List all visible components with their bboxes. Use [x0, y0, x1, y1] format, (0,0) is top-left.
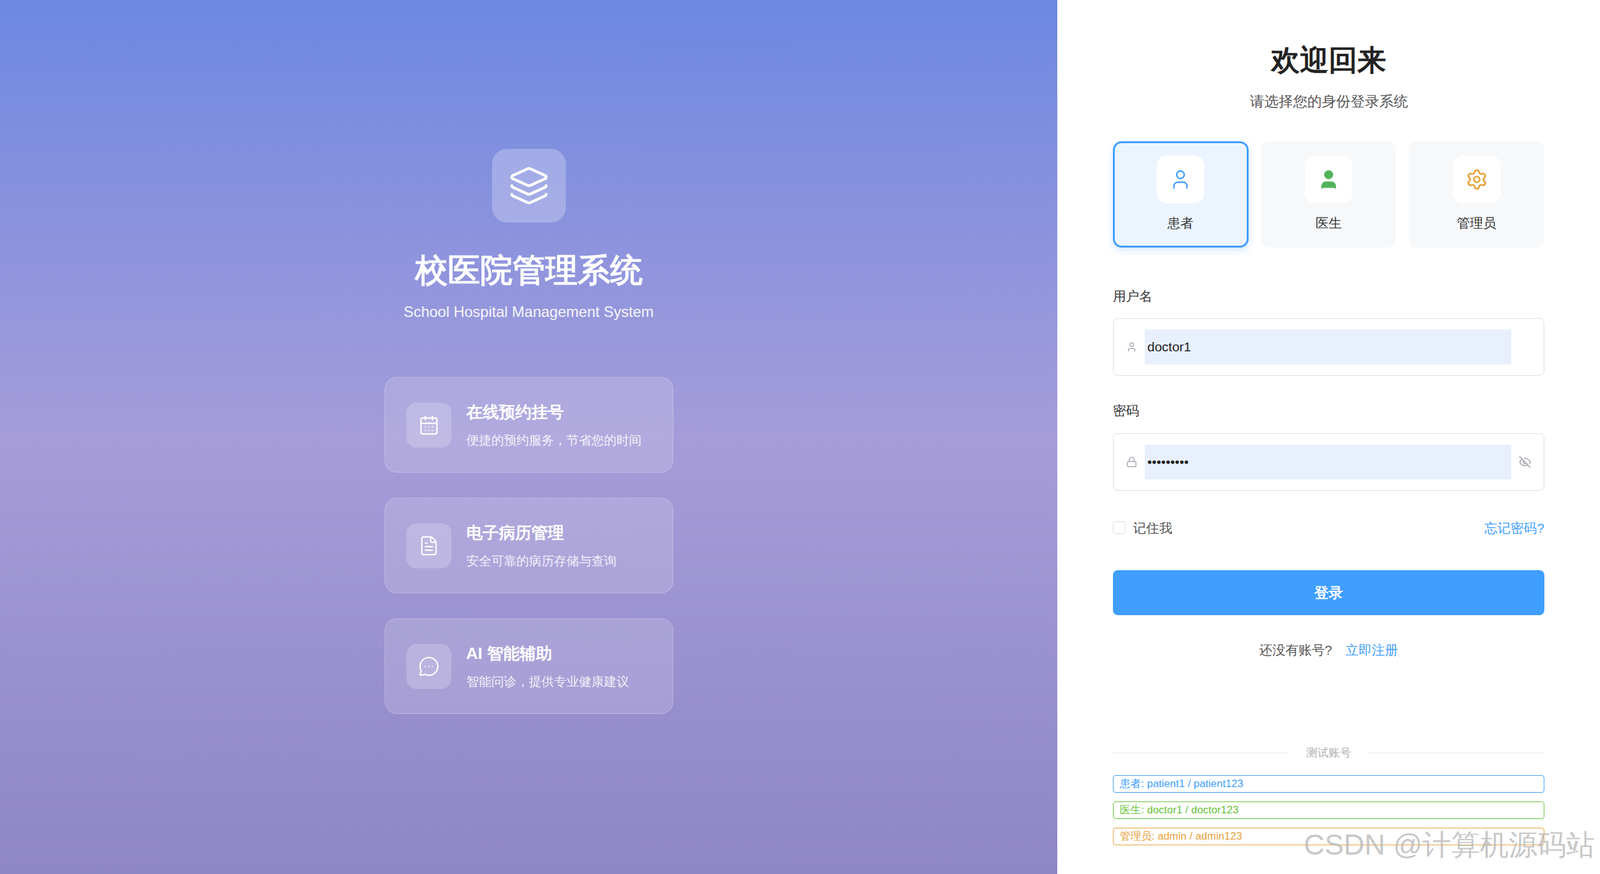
test-account: 患者: patient1 / patient123 — [1112, 775, 1545, 793]
test-account: 管理员: admin / admin123 — [1112, 827, 1545, 846]
feature-card: AI 智能辅助智能问诊，提供专业健康建议 — [384, 618, 674, 715]
feature-desc: 智能问诊，提供专业健康建议 — [466, 672, 629, 691]
feature-title: 电子病历管理 — [466, 520, 617, 546]
feature-card: 在线预约挂号便捷的预约服务，节省您的时间 — [384, 377, 674, 473]
register-prompt: 还没有账号? — [1259, 640, 1333, 661]
feature-list: 在线预约挂号便捷的预约服务，节省您的时间电子病历管理安全可靠的病历存储与查询 AI… — [384, 377, 674, 715]
field-label: 密码 — [1112, 400, 1545, 421]
forgot-link[interactable]: 忘记密码? — [1484, 518, 1545, 539]
role-card[interactable]: 医生 — [1261, 141, 1397, 248]
test-account: 医生: doctor1 / doctor123 — [1112, 801, 1545, 820]
login-panel: 欢迎回来请选择您的身份登录系统患者 医生 管理员用户名 doctor1 密码 ••••••… — [1057, 0, 1600, 874]
remember-row: 记住我 忘记密码? — [1112, 518, 1545, 539]
lock-icon — [1126, 456, 1138, 468]
role-icon-box — [1304, 155, 1353, 204]
form-field: 密码 ••••••••• — [1112, 400, 1545, 491]
remember-checkbox[interactable]: 记住我 — [1112, 518, 1173, 539]
user-icon — [1169, 168, 1192, 191]
input-value[interactable]: ••••••••• — [1144, 444, 1512, 480]
register-link[interactable]: 立即注册 — [1345, 640, 1399, 661]
user-icon — [1126, 341, 1138, 353]
checkbox-box[interactable] — [1112, 521, 1126, 534]
role-card[interactable]: 管理员 — [1408, 141, 1545, 248]
hero-panel: 校医院管理系统 School Hospital Management System… — [0, 0, 1058, 874]
brand-subtitle: School Hospital Management System — [403, 300, 654, 324]
input-value[interactable]: doctor1 — [1144, 329, 1512, 365]
form-field: 用户名 doctor1 — [1112, 286, 1545, 377]
role-card[interactable]: 患者 — [1112, 141, 1249, 248]
field-input[interactable]: doctor1 — [1112, 318, 1545, 376]
login-page: 校医院管理系统 School Hospital Management System… — [0, 0, 1600, 874]
register-row: 还没有账号? 立即注册 — [1112, 640, 1545, 661]
test-divider: 测试账号 — [1112, 744, 1545, 762]
role-label: 管理员 — [1456, 213, 1497, 234]
login-button[interactable]: 登录 — [1112, 570, 1545, 616]
feature-title: AI 智能辅助 — [466, 641, 629, 666]
field-label: 用户名 — [1112, 286, 1545, 307]
chat-icon — [418, 655, 440, 678]
eye-off-icon[interactable] — [1518, 455, 1532, 469]
login-heading: 欢迎回来 — [1112, 38, 1545, 82]
feature-desc: 安全可靠的病历存储与查询 — [466, 551, 617, 571]
feature-title: 在线预约挂号 — [466, 400, 642, 425]
feature-desc: 便捷的预约服务，节省您的时间 — [466, 430, 642, 450]
role-label: 患者 — [1167, 213, 1194, 234]
role-icon-box — [1453, 155, 1501, 204]
feature-icon-box — [406, 644, 452, 690]
remember-label: 记住我 — [1132, 518, 1173, 539]
watermark: CSDN @计算机源码站 — [1303, 823, 1595, 867]
feature-icon-box — [406, 523, 452, 569]
role-label: 医生 — [1315, 213, 1342, 234]
role-selector: 患者 医生 管理员 — [1112, 141, 1545, 248]
gear-icon — [1465, 168, 1489, 191]
test-account-list: 患者: patient1 / patient123 医生: doctor1 / d… — [1112, 775, 1545, 846]
feature-icon-box — [406, 402, 452, 448]
logo — [492, 148, 566, 223]
layers-icon — [508, 165, 550, 207]
feature-card: 电子病历管理安全可靠的病历存储与查询 — [384, 497, 674, 594]
document-icon — [418, 535, 440, 557]
test-title: 测试账号 — [1306, 744, 1352, 762]
role-icon-box — [1156, 155, 1205, 204]
calendar-icon — [418, 414, 440, 436]
doctor-icon — [1317, 168, 1340, 191]
login-form: 用户名 doctor1 密码 ••••••••• — [1112, 286, 1545, 491]
brand-title: 校医院管理系统 — [415, 250, 643, 291]
field-input[interactable]: ••••••••• — [1112, 433, 1545, 491]
login-subheading: 请选择您的身份登录系统 — [1112, 90, 1545, 113]
